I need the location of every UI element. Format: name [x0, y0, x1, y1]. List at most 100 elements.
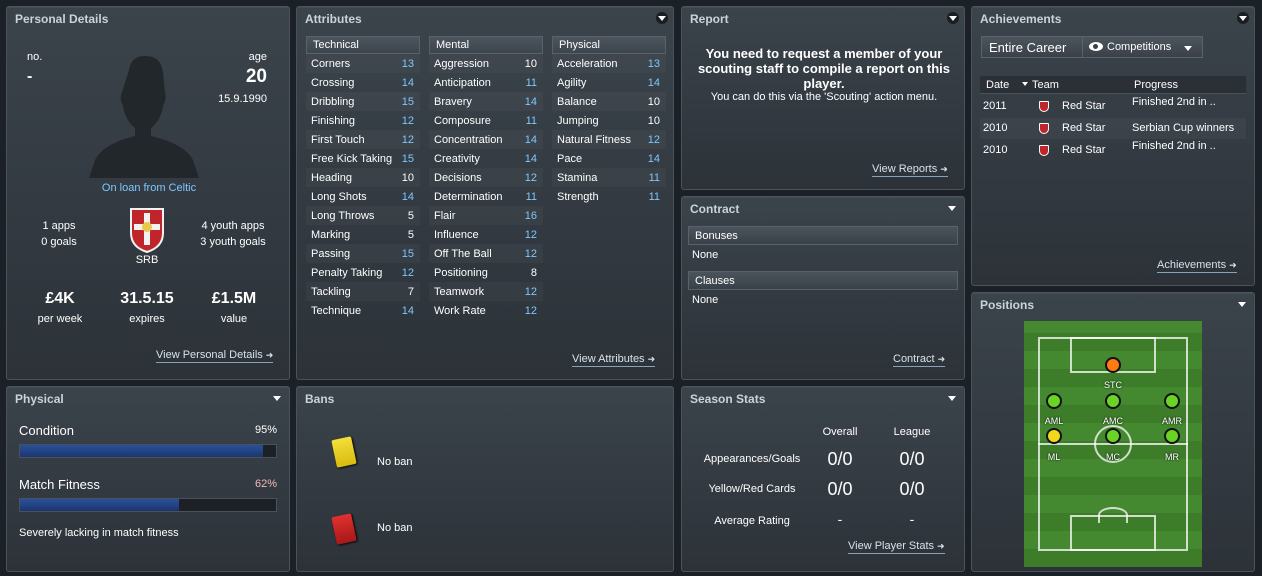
report-hint: You can do this via the 'Scouting' actio… — [710, 91, 938, 103]
panel-menu-icon[interactable] — [1237, 12, 1249, 24]
panel-menu-icon[interactable] — [948, 396, 956, 401]
sort-desc-icon — [1022, 82, 1028, 86]
tab-entire-career[interactable]: Entire Career — [981, 36, 1083, 58]
attribute-row[interactable]: Creativity 14 — [429, 149, 543, 168]
panel-menu-icon[interactable] — [273, 396, 281, 401]
stat-league: 0/0 — [899, 479, 925, 499]
attribute-row[interactable]: Balance 10 — [552, 92, 666, 111]
panel-title: Report — [690, 12, 729, 26]
attribute-row[interactable]: Technique 14 — [306, 301, 420, 320]
arrow-right-icon: ➜ — [647, 354, 656, 364]
column-team[interactable]: Team — [1032, 79, 1059, 91]
pitch-bottom-arc — [1098, 507, 1128, 523]
position-stc-marker[interactable] — [1105, 357, 1121, 373]
achievement-team[interactable]: Red Star — [1062, 122, 1105, 134]
attribute-row[interactable]: Flair 16 — [429, 206, 543, 225]
condition-value: 95% — [254, 424, 277, 436]
attribute-row[interactable]: Corners 13 — [306, 54, 420, 73]
red-ban-status: No ban — [377, 522, 413, 534]
view-attributes-link[interactable]: View Attributes ➜ — [572, 353, 656, 367]
nation-crest-icon — [130, 208, 164, 253]
panel-title: Achievements — [980, 12, 1062, 26]
achievement-row[interactable]: 2011 Red Star Finished 2nd in .. — [980, 96, 1246, 117]
column-progress[interactable]: Progress — [1134, 79, 1178, 91]
position-mc-marker[interactable] — [1105, 428, 1121, 444]
attribute-row[interactable]: Marking 5 — [306, 225, 420, 244]
position-amr-marker[interactable] — [1164, 393, 1180, 409]
attribute-row[interactable]: Anticipation 11 — [429, 73, 543, 92]
attribute-row[interactable]: Dribbling 15 — [306, 92, 420, 111]
attribute-row[interactable]: Aggression 10 — [429, 54, 543, 73]
attribute-row[interactable]: Concentration 14 — [429, 130, 543, 149]
age-label: age — [248, 51, 267, 63]
attribute-row[interactable]: Finishing 12 — [306, 111, 420, 130]
contract-link[interactable]: Contract ➜ — [893, 353, 946, 367]
panel-menu-icon[interactable] — [948, 206, 956, 211]
attribute-value: 12 — [401, 114, 414, 127]
attribute-name: Heading — [311, 171, 352, 184]
view-personal-details-link[interactable]: View Personal Details ➜ — [156, 349, 274, 363]
attribute-row[interactable]: Agility 14 — [552, 73, 666, 92]
attribute-row[interactable]: Long Throws 5 — [306, 206, 420, 225]
position-amc-marker[interactable] — [1105, 393, 1121, 409]
attribute-name: Penalty Taking — [311, 266, 383, 279]
position-ml-label: ML — [1047, 452, 1061, 462]
position-ml-marker[interactable] — [1046, 428, 1062, 444]
attribute-row[interactable]: Long Shots 14 — [306, 187, 420, 206]
position-aml-marker[interactable] — [1046, 393, 1062, 409]
attribute-row[interactable]: Heading 10 — [306, 168, 420, 187]
attribute-value: 12 — [524, 285, 537, 298]
attribute-row[interactable]: Work Rate 12 — [429, 301, 543, 320]
attribute-row[interactable]: Bravery 14 — [429, 92, 543, 111]
attribute-value: 11 — [648, 171, 660, 184]
attribute-row[interactable]: Positioning 8 — [429, 263, 543, 282]
attribute-value: 14 — [524, 152, 537, 165]
red-card-icon — [331, 513, 357, 545]
attribute-row[interactable]: Stamina 11 — [552, 168, 666, 187]
position-mr-marker[interactable] — [1164, 428, 1180, 444]
achievement-team[interactable]: Red Star — [1062, 144, 1105, 156]
view-reports-link[interactable]: View Reports ➜ — [872, 163, 948, 177]
stat-label: Yellow/Red Cards — [708, 483, 796, 495]
attribute-row[interactable]: Influence 12 — [429, 225, 543, 244]
stat-league: 0/0 — [899, 449, 925, 469]
panel-menu-icon[interactable] — [947, 12, 959, 24]
achievements-link[interactable]: Achievements ➜ — [1157, 259, 1237, 273]
column-date[interactable]: Date — [986, 79, 1009, 91]
attribute-value: 16 — [524, 209, 537, 222]
attribute-row[interactable]: Crossing 14 — [306, 73, 420, 92]
attribute-row[interactable]: Acceleration 13 — [552, 54, 666, 73]
attribute-row[interactable]: Pace 14 — [552, 149, 666, 168]
age-value: 20 — [245, 66, 267, 87]
attribute-row[interactable]: Determination 11 — [429, 187, 543, 206]
panel-menu-icon[interactable] — [1238, 302, 1246, 307]
attribute-name: Flair — [434, 209, 456, 222]
attribute-name: Balance — [557, 95, 597, 108]
team-crest-icon — [1039, 101, 1049, 112]
team-crest-icon — [1039, 123, 1049, 134]
attribute-row[interactable]: Teamwork 12 — [429, 282, 543, 301]
attribute-value: 10 — [647, 95, 660, 108]
attribute-row[interactable]: Strength 11 — [552, 187, 666, 206]
achievement-team[interactable]: Red Star — [1062, 100, 1105, 112]
attribute-row[interactable]: Composure 11 — [429, 111, 543, 130]
panel-menu-icon[interactable] — [656, 12, 668, 24]
arrow-right-icon: ➜ — [940, 164, 948, 174]
attribute-row[interactable]: Tackling 7 — [306, 282, 420, 301]
arrow-right-icon: ➜ — [265, 350, 274, 360]
attribute-row[interactable]: Jumping 10 — [552, 111, 666, 130]
view-player-stats-link[interactable]: View Player Stats ➜ — [848, 540, 945, 554]
attribute-row[interactable]: Natural Fitness 12 — [552, 130, 666, 149]
attribute-row[interactable]: Off The Ball 12 — [429, 244, 543, 263]
achievement-row[interactable]: 2010 Red Star Serbian Cup winners — [980, 118, 1246, 139]
pitch-diagram: STC AML AMC AMR ML MC MR — [1024, 321, 1202, 567]
attribute-row[interactable]: Passing 15 — [306, 244, 420, 263]
attribute-row[interactable]: First Touch 12 — [306, 130, 420, 149]
achievement-row[interactable]: 2010 Red Star Finished 2nd in .. — [980, 140, 1246, 161]
attribute-value: 14 — [401, 190, 414, 203]
attribute-row[interactable]: Free Kick Taking 15 — [306, 149, 420, 168]
attribute-row[interactable]: Penalty Taking 12 — [306, 263, 420, 282]
attribute-row[interactable]: Decisions 12 — [429, 168, 543, 187]
attribute-value: 11 — [525, 76, 537, 89]
competitions-dropdown[interactable]: Competitions — [1082, 36, 1203, 58]
